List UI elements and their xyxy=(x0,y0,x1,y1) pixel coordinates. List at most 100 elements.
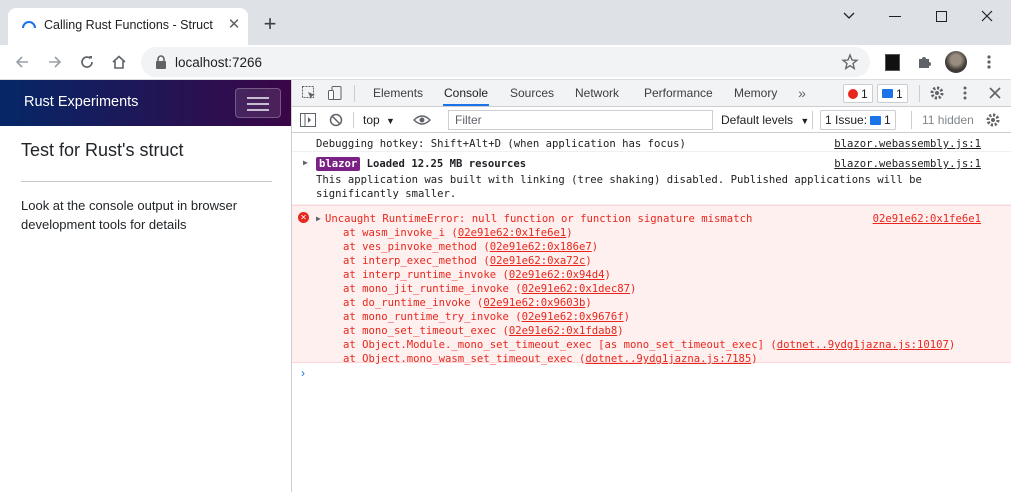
tab-sources[interactable]: Sources xyxy=(509,80,555,106)
eye-icon[interactable] xyxy=(413,111,431,129)
sidebar-toggle-icon[interactable] xyxy=(299,111,317,129)
stack-frame-function: at interp_runtime_invoke ( xyxy=(343,269,509,281)
tab-strip: Calling Rust Functions - Struct ✕ + xyxy=(0,0,1011,45)
tab-network[interactable]: Network xyxy=(574,80,620,106)
tab-performance[interactable]: Performance xyxy=(643,80,714,106)
home-icon[interactable] xyxy=(106,49,132,75)
message-count-badge[interactable]: 1 xyxy=(877,84,908,103)
close-tab-icon[interactable]: ✕ xyxy=(226,17,242,33)
console-settings-gear-icon[interactable] xyxy=(984,111,1002,129)
bookmark-star-icon[interactable] xyxy=(841,53,859,71)
close-devtools-icon[interactable] xyxy=(986,84,1004,102)
stack-frame-link[interactable]: 02e91e62:0x9676f xyxy=(522,311,624,323)
error-message: Uncaught RuntimeError: null function or … xyxy=(325,213,753,225)
stack-frame: at mono_runtime_try_invoke (02e91e62:0x9… xyxy=(343,310,955,324)
back-arrow-icon[interactable] xyxy=(9,49,35,75)
device-toolbar-icon[interactable] xyxy=(326,84,344,102)
clear-console-icon[interactable] xyxy=(327,111,345,129)
tab-console[interactable]: Console xyxy=(443,80,490,106)
issues-count: 1 xyxy=(884,113,891,127)
chevron-down-icon[interactable] xyxy=(826,0,872,32)
stack-frame-link[interactable]: dotnet..9ydg1jazna.js:10107 xyxy=(777,339,949,351)
stack-frame-link[interactable]: 02e91e62:0x1fdab8 xyxy=(509,325,617,337)
dropdown-arrow-icon: ▼ xyxy=(386,116,395,126)
stack-frame-link[interactable]: 02e91e62:0x1fe6e1 xyxy=(458,227,566,239)
source-link[interactable]: blazor.webassembly.js:1 xyxy=(834,157,981,171)
stack-frame-link[interactable]: 02e91e62:0x1dec87 xyxy=(522,283,630,295)
issues-label: 1 Issue: xyxy=(825,113,868,127)
app-title[interactable]: Rust Experiments xyxy=(24,94,138,110)
expand-triangle-icon[interactable]: ▶ xyxy=(303,158,308,167)
stack-frame-link[interactable]: 02e91e62:0xa72c xyxy=(490,255,586,267)
divider xyxy=(812,111,813,129)
lock-icon[interactable] xyxy=(155,55,167,69)
source-link[interactable]: 02e91e62:0x1fe6e1 xyxy=(873,212,981,226)
avatar[interactable] xyxy=(943,49,969,75)
more-vert-icon[interactable] xyxy=(956,84,974,102)
stack-frame: at mono_jit_runtime_invoke (02e91e62:0x1… xyxy=(343,282,955,296)
app-header: Rust Experiments xyxy=(0,80,291,126)
loading-spinner-icon xyxy=(22,21,36,29)
hidden-count: 11 hidden xyxy=(922,113,974,127)
toolbar: localhost:7266 xyxy=(0,45,1011,80)
stack-frame-function: at Object.Module._mono_set_timeout_exec … xyxy=(343,339,777,351)
stack-frame-function: at ves_pinvoke_method ( xyxy=(343,241,490,253)
source-link[interactable]: blazor.webassembly.js:1 xyxy=(834,137,981,151)
stack-frame: at ves_pinvoke_method (02e91e62:0x186e7) xyxy=(343,240,955,254)
stack-frame: at do_runtime_invoke (02e91e62:0x9603b) xyxy=(343,296,955,310)
stack-frame-close: ) xyxy=(566,227,573,239)
browser-tab[interactable]: Calling Rust Functions - Struct ✕ xyxy=(8,8,248,45)
stack-frame-close: ) xyxy=(585,297,592,309)
stack-frame-function: at mono_runtime_try_invoke ( xyxy=(343,311,522,323)
stack-frame-close: ) xyxy=(585,255,592,267)
close-window-button[interactable] xyxy=(964,0,1010,32)
new-tab-button[interactable]: + xyxy=(258,12,282,36)
stack-frame-link[interactable]: 02e91e62:0x94d4 xyxy=(509,269,605,281)
page-title: Test for Rust's struct xyxy=(21,140,184,160)
devtools-tab-bar: Elements Console Sources Network Perform… xyxy=(292,80,1011,107)
stack-frame-function: at mono_jit_runtime_invoke ( xyxy=(343,283,522,295)
url-text[interactable]: localhost:7266 xyxy=(175,55,262,70)
log-levels-label: Default levels xyxy=(721,113,794,127)
console-message-text: blazor Loaded 12.25 MB resources xyxy=(316,157,526,171)
divider xyxy=(353,112,354,128)
expand-triangle-icon[interactable]: ▶ xyxy=(316,214,321,223)
stack-frame-function: at mono_set_timeout_exec ( xyxy=(343,325,509,337)
console-message: Debugging hotkey: Shift+Alt+D (when appl… xyxy=(292,133,1011,152)
page-description: Look at the console output in browser de… xyxy=(21,198,238,232)
message-icon xyxy=(882,89,893,98)
console-prompt[interactable]: › xyxy=(292,363,1011,383)
inspect-element-icon[interactable] xyxy=(300,84,318,102)
extension-icon[interactable] xyxy=(879,49,905,75)
hamburger-menu-button[interactable] xyxy=(235,88,281,118)
more-vert-icon[interactable] xyxy=(976,49,1002,75)
console-message-text: Debugging hotkey: Shift+Alt+D (when appl… xyxy=(316,138,686,150)
log-levels-dropdown[interactable]: Default levels ▼ xyxy=(721,113,809,127)
issue-icon xyxy=(870,115,882,125)
stack-frame-link[interactable]: 02e91e62:0x186e7 xyxy=(490,241,592,253)
settings-gear-icon[interactable] xyxy=(928,84,946,102)
maximize-button[interactable] xyxy=(918,0,964,32)
minimize-button[interactable] xyxy=(872,0,918,32)
forward-arrow-icon[interactable] xyxy=(42,49,68,75)
divider xyxy=(21,181,272,182)
address-bar[interactable]: localhost:7266 xyxy=(141,47,870,77)
stack-frame: at wasm_invoke_i (02e91e62:0x1fe6e1) xyxy=(343,226,955,240)
stack-frame-function: at interp_exec_method ( xyxy=(343,255,490,267)
puzzle-icon[interactable] xyxy=(911,49,937,75)
console-toolbar: top ▼ Default levels ▼ 1 Issue: 1 11 hid… xyxy=(292,107,1011,133)
issues-button[interactable]: 1 Issue: 1 xyxy=(820,110,896,130)
tab-memory[interactable]: Memory xyxy=(733,80,778,106)
reload-icon[interactable] xyxy=(74,49,100,75)
context-selector[interactable]: top ▼ xyxy=(363,113,395,127)
stack-frame-close: ) xyxy=(604,269,611,281)
error-count-badge[interactable]: 1 xyxy=(843,84,873,103)
stack-trace: at wasm_invoke_i (02e91e62:0x1fe6e1) at v… xyxy=(343,226,955,366)
message-count: 1 xyxy=(896,86,903,101)
divider xyxy=(919,85,920,102)
stack-frame-link[interactable]: 02e91e62:0x9603b xyxy=(483,297,585,309)
context-label: top xyxy=(363,113,380,127)
filter-input[interactable] xyxy=(448,110,713,130)
more-tabs-chevron-icon[interactable]: » xyxy=(793,84,811,102)
tab-elements[interactable]: Elements xyxy=(372,80,424,106)
